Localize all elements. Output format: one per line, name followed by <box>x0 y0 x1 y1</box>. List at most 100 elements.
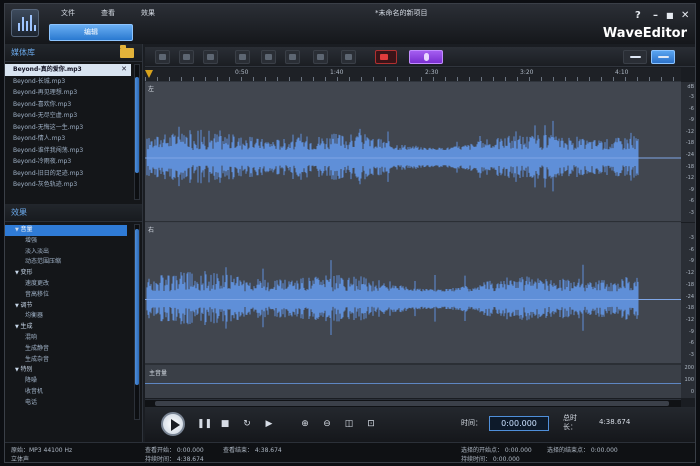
zoom-out-icon[interactable]: ⊖ <box>321 418 333 430</box>
loop-icon[interactable]: ↻ <box>241 418 253 430</box>
db-tick: -3 <box>689 210 694 216</box>
minimize-button[interactable]: – <box>653 10 658 21</box>
paste-button[interactable] <box>285 50 300 64</box>
list-item[interactable]: Beyond-灰色轨迹.mp3 <box>5 179 131 191</box>
help-button[interactable]: ? <box>635 10 641 21</box>
zoom-fit-icon[interactable]: ⊡ <box>365 418 377 430</box>
ruler-tick <box>193 77 194 81</box>
menu-view[interactable]: 查看 <box>101 8 115 18</box>
app-window: 文件 查看 效果 编辑 *未命名的新项目 ? – ■ ✕ WaveEditor … <box>4 3 696 463</box>
list-item[interactable]: Beyond-谁伴我闯荡.mp3 <box>5 145 131 157</box>
menu-effects[interactable]: 效果 <box>141 8 155 18</box>
db-tick: -9 <box>689 117 694 124</box>
effects-scrollbar[interactable] <box>134 224 140 420</box>
effect-item[interactable]: 电话 <box>5 398 142 409</box>
close-icon[interactable]: ✕ <box>121 64 127 76</box>
effect-category[interactable]: 生成 <box>5 322 142 333</box>
db-tick: -9 <box>689 328 694 335</box>
list-item[interactable]: Beyond-无尽空虚.mp3 <box>5 110 131 122</box>
ruler-label: 2:30 <box>425 69 439 76</box>
menu-file[interactable]: 文件 <box>61 8 75 18</box>
delete-button[interactable] <box>313 50 328 64</box>
ruler-tick <box>229 77 230 81</box>
effect-item[interactable]: 淡入淡出 <box>5 247 142 258</box>
copy-button[interactable] <box>261 50 276 64</box>
scrollbar-thumb[interactable] <box>135 77 139 173</box>
play-button[interactable] <box>161 412 185 436</box>
left-db-scale: dB -3 -6 -9 -12 -18 -24 -18 -12 -9 -6 -3 <box>681 82 695 222</box>
master-volume-label: 主音量 <box>149 370 168 377</box>
list-item[interactable]: Beyond-真的爱你.mp3 ✕ <box>5 64 131 76</box>
pause-icon[interactable]: ❚❚ <box>197 418 212 430</box>
total-duration-label: 总时长： <box>563 414 577 431</box>
effect-item[interactable]: 均衡器 <box>5 311 142 322</box>
record-button[interactable] <box>375 50 397 64</box>
effect-category[interactable]: 特别 <box>5 365 142 376</box>
effect-item[interactable]: 动态范围压缩 <box>5 257 142 268</box>
master-volume-track[interactable]: 主音量 <box>145 364 681 398</box>
right-channel[interactable]: 右 <box>145 223 681 364</box>
effect-item[interactable]: 速度更改 <box>5 279 142 290</box>
cut-button[interactable] <box>235 50 250 64</box>
library-scrollbar[interactable] <box>134 64 140 200</box>
fit-width-button[interactable] <box>623 50 647 64</box>
ruler-tick <box>457 77 458 81</box>
stop-icon[interactable]: ■ <box>219 418 231 430</box>
effect-item[interactable]: 增强 <box>5 236 142 247</box>
open-folder-icon[interactable] <box>120 45 134 58</box>
time-ruler[interactable]: 0:50 1:40 2:30 3:20 4:10 <box>145 68 681 82</box>
zoom-selection-icon[interactable]: ◫ <box>343 418 355 430</box>
ruler-tick <box>649 77 650 81</box>
effect-category[interactable]: 音量 <box>5 225 127 236</box>
left-channel[interactable]: 左 <box>145 82 681 222</box>
effect-item[interactable]: 降噪 <box>5 376 142 387</box>
redo-button[interactable] <box>203 50 218 64</box>
undo-button[interactable] <box>179 50 194 64</box>
scrollbar-thumb[interactable] <box>135 229 139 385</box>
maximize-button[interactable]: ■ <box>666 11 674 20</box>
save-button[interactable] <box>155 50 170 64</box>
list-item[interactable]: Beyond-无悔这一生.mp3 <box>5 122 131 134</box>
fit-all-button[interactable] <box>651 50 675 64</box>
crop-button[interactable] <box>341 50 356 64</box>
db-tick: -18 <box>685 281 694 288</box>
scrollbar-thumb[interactable] <box>155 401 669 406</box>
list-item[interactable]: Beyond-再见理想.mp3 <box>5 87 131 99</box>
list-item[interactable]: Beyond-长城.mp3 <box>5 76 131 88</box>
effect-item[interactable]: 混响 <box>5 333 142 344</box>
waveform-area[interactable]: 左 右 <box>145 82 681 364</box>
volume-envelope[interactable] <box>145 383 681 384</box>
effect-item[interactable]: 音高移位 <box>5 290 142 301</box>
ruler-tick <box>493 77 494 81</box>
db-unit: dB <box>687 84 694 90</box>
effect-item[interactable]: 生成静音 <box>5 344 142 355</box>
db-tick: -9 <box>689 186 694 193</box>
selection-start: 选择的开始点： 0:00.000 <box>461 447 532 454</box>
ruler-tick <box>157 77 158 81</box>
ruler-tick <box>421 77 422 81</box>
list-item[interactable]: Beyond-冷雨夜.mp3 <box>5 156 131 168</box>
zoom-in-icon[interactable]: ⊕ <box>299 418 311 430</box>
effect-item[interactable]: 收音机 <box>5 387 142 398</box>
ruler-tick <box>529 77 530 81</box>
tab-edit[interactable]: 编辑 <box>49 24 133 41</box>
effect-category[interactable]: 调节 <box>5 301 142 312</box>
selection-end: 选择的结束点： 0:00.000 <box>547 447 618 454</box>
list-item[interactable]: Beyond-旧日的足迹.mp3 <box>5 168 131 180</box>
horizontal-scrollbar[interactable] <box>145 399 681 407</box>
close-button[interactable]: ✕ <box>681 10 689 21</box>
effect-item[interactable]: 生成杂音 <box>5 355 142 366</box>
time-input[interactable]: 0:00.000 <box>489 416 549 431</box>
next-icon[interactable]: ▶ <box>263 418 275 430</box>
app-logo-icon[interactable] <box>11 9 39 37</box>
microphone-button[interactable] <box>409 50 443 64</box>
effect-category[interactable]: 变形 <box>5 268 142 279</box>
db-tick: -24 <box>685 293 694 300</box>
list-item[interactable]: Beyond-喜欢你.mp3 <box>5 99 131 111</box>
playhead-marker[interactable] <box>145 70 153 78</box>
effects-header: 效果 <box>5 204 142 222</box>
list-item[interactable]: Beyond-情人.mp3 <box>5 133 131 145</box>
ruler-tick <box>241 77 242 81</box>
db-tick: -18 <box>685 305 694 312</box>
master-scale: 200 100 0 <box>681 364 695 398</box>
